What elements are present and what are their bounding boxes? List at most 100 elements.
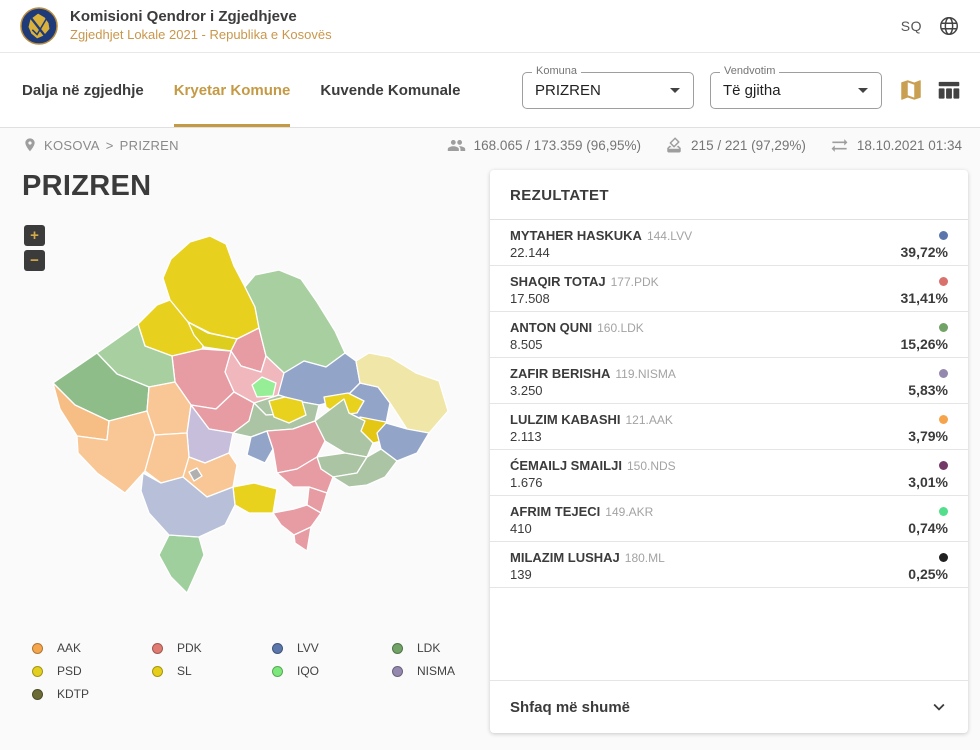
komuna-select-label: Komuna xyxy=(532,64,581,77)
zoom-in-button[interactable]: + xyxy=(24,225,45,246)
candidate-percent: 0,74% xyxy=(908,520,948,536)
candidate-list-number: 144.LVV xyxy=(646,228,693,243)
result-row[interactable]: AFRIM TEJECI 149.AKR 410 0,74% xyxy=(490,496,968,542)
legend-label: KDTP xyxy=(57,687,90,701)
vendvotim-select-value: Të gjitha xyxy=(723,81,781,99)
legend-dot-kdtp xyxy=(32,688,43,700)
map-region-se-pink-bottom[interactable] xyxy=(272,504,322,536)
candidate-list-number: 180.ML xyxy=(624,550,665,565)
candidate-percent: 15,26% xyxy=(900,336,948,352)
candidate-list-number: 121.AAK xyxy=(625,412,673,427)
tab-kuvende-komunale[interactable]: Kuvende Komunale xyxy=(320,53,460,127)
vendvotim-select[interactable]: Vendvotim Të gjitha xyxy=(710,64,882,109)
tab-kryetar-komune[interactable]: Kryetar Komune xyxy=(173,53,290,127)
candidate-name: SHAQIR TOTAJ xyxy=(510,274,606,289)
language-code[interactable]: SQ xyxy=(901,18,922,34)
result-row[interactable]: ZAFIR BERISHA 119.NISMA 3.250 5,83% xyxy=(490,358,968,404)
vendvotim-select-label: Vendvotim xyxy=(720,64,780,77)
table-view-button[interactable] xyxy=(934,75,964,105)
page-title: PRIZREN xyxy=(22,170,152,202)
candidate-list-number: 150.NDS xyxy=(626,458,676,473)
legend-label: IQO xyxy=(297,664,320,678)
map-view-button[interactable] xyxy=(896,75,926,105)
ballot-box-icon xyxy=(667,137,681,153)
candidate-votes: 22.144 xyxy=(510,245,550,260)
status-bar: KOSOVA > PRIZREN 168.065 / 173.359 (96,9… xyxy=(0,128,980,162)
komuna-select-value: PRIZREN xyxy=(535,81,601,99)
komuna-select[interactable]: Komuna PRIZREN xyxy=(522,64,694,109)
candidate-list-number: 160.LDK xyxy=(597,320,644,335)
tab-dalja-ne-zgjedhje[interactable]: Dalja në zgjedhje xyxy=(22,53,144,127)
candidate-list-number: 149.AKR xyxy=(605,504,654,519)
result-row[interactable]: ĆEMAILJ SMAILJI 150.NDS 1.676 3,01% xyxy=(490,450,968,496)
legend-item-psd: PSD xyxy=(32,664,152,678)
show-more-button[interactable]: Shfaq më shumë xyxy=(490,680,968,733)
candidate-percent: 5,83% xyxy=(908,382,948,398)
legend-item-pdk: PDK xyxy=(152,641,272,655)
zoom-out-button[interactable]: − xyxy=(24,250,45,271)
map-container: + − xyxy=(22,225,490,615)
nav-bar: Dalja në zgjedhje Kryetar Komune Kuvende K… xyxy=(0,53,980,128)
candidate-name: ANTON QUNI xyxy=(510,320,593,335)
party-color-dot xyxy=(939,553,948,562)
voters-icon xyxy=(447,139,465,151)
result-row[interactable]: SHAQIR TOTAJ 177.PDK 17.508 31,41% xyxy=(490,266,968,312)
candidate-percent: 3,01% xyxy=(908,474,948,490)
candidate-votes: 139 xyxy=(510,567,532,582)
legend-dot-pdk xyxy=(152,642,163,654)
result-row[interactable]: ANTON QUNI 160.LDK 8.505 15,26% xyxy=(490,312,968,358)
dropdown-arrow-icon xyxy=(858,88,868,93)
candidate-percent: 0,25% xyxy=(908,566,948,582)
candidate-name: LULZIM KABASHI xyxy=(510,412,621,427)
turnout-stat: 168.065 / 173.359 (96,95%) xyxy=(447,136,641,155)
party-color-dot xyxy=(939,277,948,286)
party-color-dot xyxy=(939,507,948,516)
turnout-value: 168.065 / 173.359 (96,95%) xyxy=(473,137,642,153)
party-color-dot xyxy=(939,461,948,470)
legend-label: PSD xyxy=(57,664,82,678)
tab-list: Dalja në zgjedhje Kryetar Komune Kuvende K… xyxy=(22,53,490,127)
party-color-dot xyxy=(939,369,948,378)
candidate-name: AFRIM TEJECI xyxy=(510,504,601,519)
main-content: PRIZREN + − AAK PDK LVV LDK PSD SL IQO NISMA KDT… xyxy=(0,162,980,733)
breadcrumb-current: PRIZREN xyxy=(119,137,179,153)
location-pin-icon xyxy=(25,138,35,152)
party-color-dot xyxy=(939,415,948,424)
map-region-zhupa[interactable] xyxy=(232,482,278,514)
party-legend: AAK PDK LVV LDK PSD SL IQO NISMA KDTP xyxy=(32,641,490,701)
candidate-percent: 31,41% xyxy=(900,290,948,306)
candidate-votes: 2.113 xyxy=(510,429,542,444)
legend-item-lvv: LVV xyxy=(272,641,392,655)
stations-stat: 215 / 221 (97,29%) xyxy=(665,136,806,154)
result-row[interactable]: LULZIM KABASHI 121.AAK 2.113 3,79% xyxy=(490,404,968,450)
party-color-dot xyxy=(939,323,948,332)
legend-label: AAK xyxy=(57,641,82,655)
updated-value: 18.10.2021 01:34 xyxy=(856,137,962,153)
map-region-dragash[interactable] xyxy=(158,534,205,594)
legend-dot-iqo xyxy=(272,665,283,677)
legend-item-kdtp: KDTP xyxy=(32,687,152,701)
result-row[interactable]: MYTAHER HASKUKA 144.LVV 22.144 39,72% xyxy=(490,220,968,266)
app-title: Komisioni Qendror i Zgjedhjeve xyxy=(70,8,297,26)
filter-group: Komuna PRIZREN Vendvotim Të gjitha xyxy=(522,64,882,109)
candidate-votes: 17.508 xyxy=(510,291,550,306)
legend-dot-psd xyxy=(32,665,43,677)
candidate-list-number: 119.NISMA xyxy=(615,366,676,381)
kosovo-map xyxy=(52,235,449,594)
candidate-name: MYTAHER HASKUKA xyxy=(510,228,642,243)
globe-icon[interactable] xyxy=(938,15,960,37)
candidate-votes: 1.676 xyxy=(510,475,543,490)
breadcrumb-root[interactable]: KOSOVA xyxy=(44,138,100,153)
legend-dot-lvv xyxy=(272,642,283,654)
show-more-label: Shfaq më shumë xyxy=(510,698,631,716)
updated-stat: 18.10.2021 01:34 xyxy=(830,136,962,155)
results-title: REZULTATET xyxy=(510,187,609,204)
candidate-votes: 3.250 xyxy=(510,383,543,398)
result-row[interactable]: MILAZIM LUSHAJ 180.ML 139 0,25% xyxy=(490,542,968,588)
legend-label: SL xyxy=(177,664,192,678)
candidate-percent: 39,72% xyxy=(900,244,948,260)
legend-dot-aak xyxy=(32,642,43,654)
candidate-list-number: 177.PDK xyxy=(610,274,659,289)
legend-dot-sl xyxy=(152,665,163,677)
legend-item-sl: SL xyxy=(152,664,272,678)
